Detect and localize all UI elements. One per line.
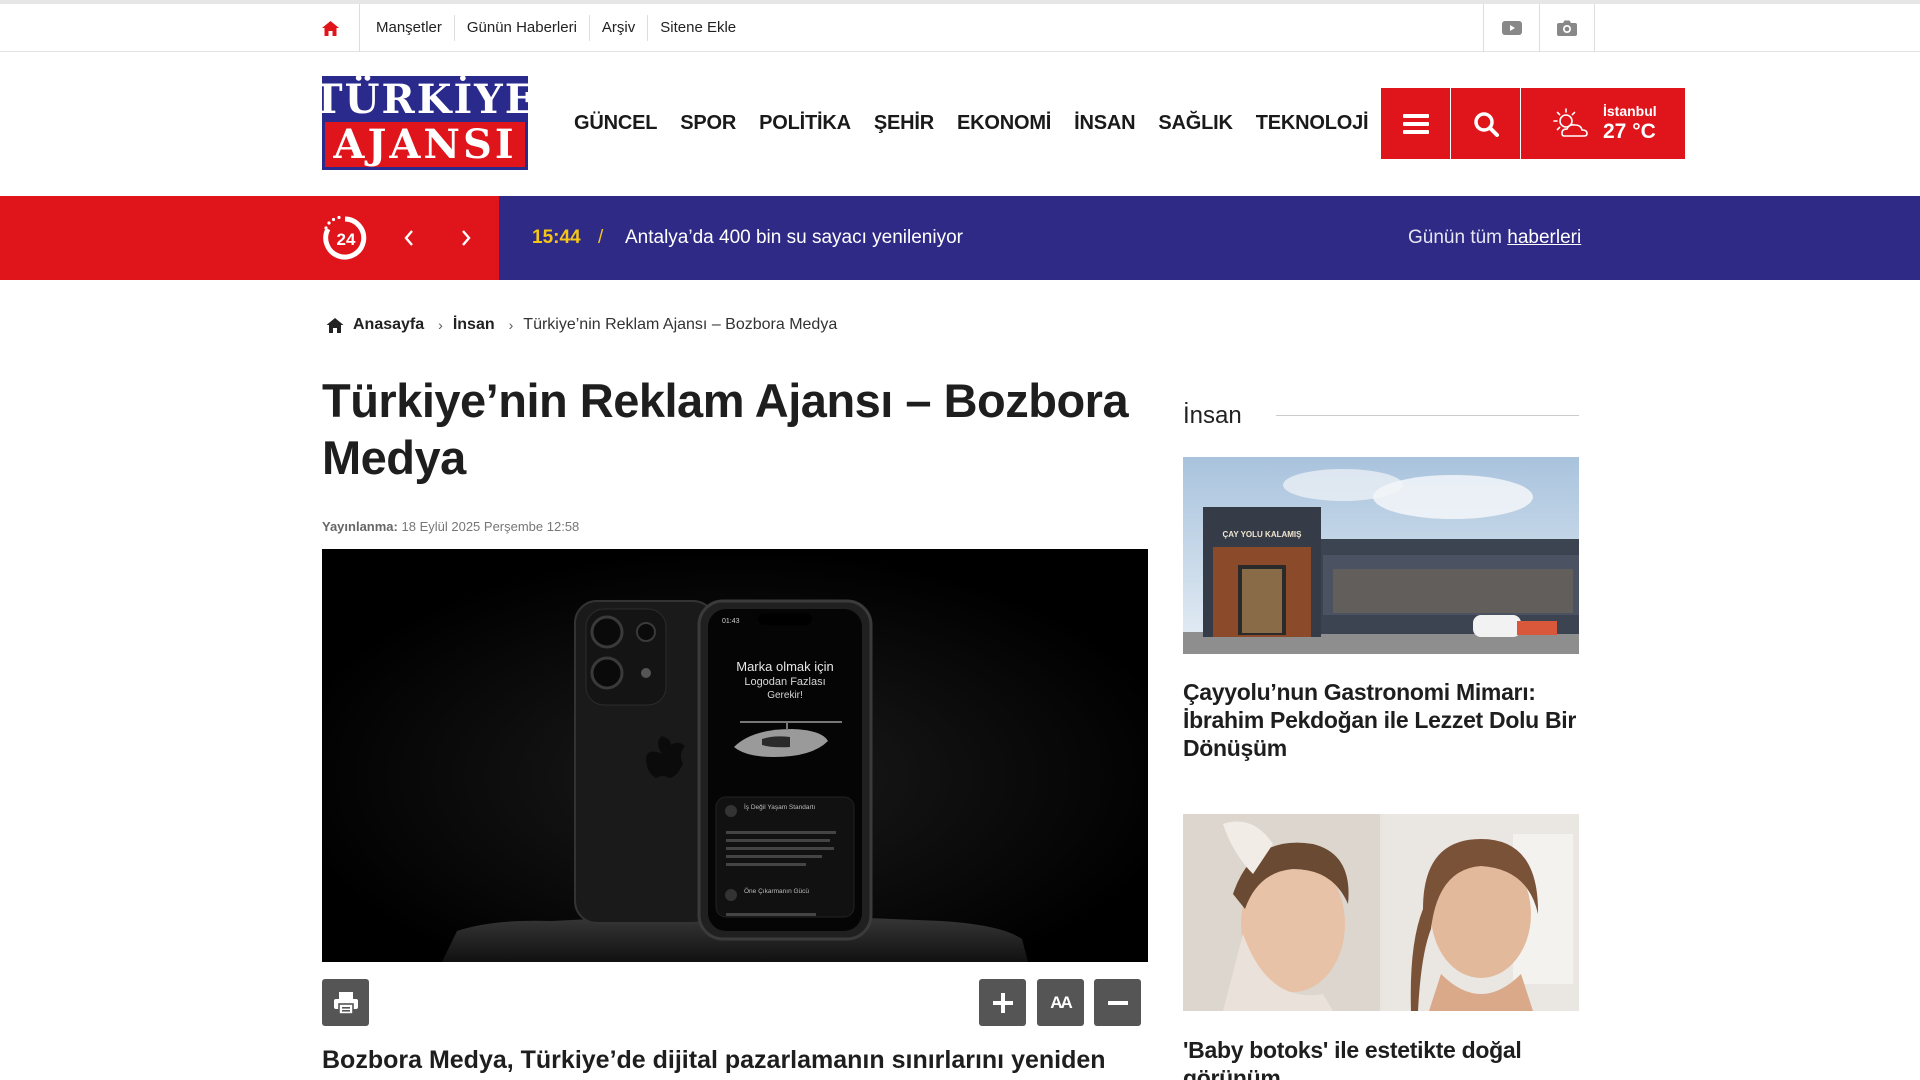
top-link-gunun-haberleri[interactable]: Günün Haberleri — [467, 15, 590, 41]
publish-info: Yayınlanma: 18 Eylül 2025 Perşembe 12:58 — [322, 519, 579, 534]
phone-headline-2: Logodan Fazlası — [744, 676, 825, 688]
ticker-prev-button[interactable] — [395, 224, 423, 252]
restaurant-photo: ÇAY YOLU KALAMIŞ — [1183, 457, 1579, 654]
ticker-all-news: Günün tüm haberleri — [1408, 227, 1581, 249]
ticker-badge-text: 24 — [337, 230, 356, 249]
breadcrumb-current: Türkiye’nin Reklam Ajansı – Bozbora Medy… — [523, 316, 838, 333]
site-logo[interactable]: TÜRKİYE AJANSI — [313, 76, 535, 170]
font-increase-button[interactable] — [979, 979, 1026, 1026]
printer-icon — [333, 991, 358, 1014]
nav-teknoloji[interactable]: TEKNOLOJİ — [1256, 112, 1369, 135]
nav-sehir[interactable]: ŞEHİR — [874, 112, 934, 135]
home-icon — [326, 317, 344, 333]
home-link[interactable] — [322, 4, 360, 52]
top-bar: Manşetler Günün Haberleri Arşiv Sitene E… — [0, 0, 1920, 52]
sidebar-divider — [1276, 415, 1579, 416]
ticker-headline[interactable]: Antalya’da 400 bin su sayacı yenileniyor — [625, 227, 963, 249]
weather-temp: 27 °C — [1603, 120, 1656, 143]
phone-mockup-illustration: 01:43 Marka olmak için Logodan Fazlası G… — [322, 549, 1148, 962]
article-lead: Bozbora Medya, Türkiye’de dijital pazarl… — [322, 1046, 1106, 1074]
site-header: TÜRKİYE AJANSI GÜNCEL SPOR POLİTİKA ŞEHİ… — [0, 52, 1920, 196]
botox-photo — [1183, 814, 1579, 1011]
phone-time: 01:43 — [722, 618, 740, 625]
youtube-icon — [1501, 21, 1522, 35]
ticker-next-button[interactable] — [452, 224, 480, 252]
restaurant-sign: ÇAY YOLU KALAMIŞ — [1223, 530, 1303, 539]
ticker-time: 15:44 — [532, 227, 581, 248]
ticker-all-prefix: Günün tüm — [1408, 227, 1502, 248]
ticker-separator: / — [598, 227, 604, 248]
sidebar-card-image-2[interactable] — [1183, 814, 1579, 1011]
sidebar-card-title-2[interactable]: 'Baby botoks' ile estetikte doğal görünü… — [1183, 1036, 1579, 1080]
font-size-button[interactable]: AA — [1037, 979, 1084, 1026]
main-nav: GÜNCEL SPOR POLİTİKA ŞEHİR EKONOMİ İNSAN… — [574, 112, 1391, 135]
sidebar-card-title-1[interactable]: Çayyolu’nun Gastronomi Mimarı: İbrahim P… — [1183, 678, 1579, 762]
page: Manşetler Günün Haberleri Arşiv Sitene E… — [0, 0, 1920, 1080]
plus-icon — [992, 992, 1013, 1013]
breadcrumb-category[interactable]: İnsan — [453, 316, 495, 334]
phone-headline-3: Gerekir! — [767, 690, 803, 701]
chevron-right-icon: › — [438, 317, 443, 333]
camera-icon — [1557, 20, 1577, 36]
news-ticker: 24 15:44 / Antalya’da 400 bin su sayacı … — [0, 196, 1920, 280]
font-decrease-button[interactable] — [1094, 979, 1141, 1026]
breadcrumb: Anasayfa › İnsan › Türkiye’nin Reklam Aj… — [326, 316, 837, 334]
chevron-right-icon: › — [508, 317, 514, 333]
partly-cloudy-icon — [1553, 107, 1588, 137]
ticker-controls — [0, 196, 499, 280]
publish-date: 18 Eylül 2025 Perşembe 12:58 — [401, 519, 580, 534]
nav-ekonomi[interactable]: EKONOMİ — [957, 112, 1051, 135]
24-hours-icon: 24 — [323, 215, 367, 260]
search-icon — [1473, 111, 1499, 137]
home-icon — [322, 20, 339, 36]
gallery-link[interactable] — [1539, 4, 1595, 52]
logo-line-1: TÜRKİYE — [312, 75, 538, 123]
breadcrumb-home[interactable]: Anasayfa — [326, 316, 424, 334]
article-title: Türkiye’nin Reklam Ajansı – Bozbora Medy… — [322, 374, 1129, 484]
chevron-right-icon — [462, 230, 471, 246]
top-link-mansetler[interactable]: Manşetler — [376, 15, 455, 41]
nav-spor[interactable]: SPOR — [680, 112, 736, 135]
minus-icon — [1107, 1000, 1128, 1005]
publish-label: Yayınlanma: — [322, 519, 398, 534]
breadcrumb-home-label: Anasayfa — [353, 316, 425, 333]
nav-saglik[interactable]: SAĞLIK — [1158, 112, 1233, 135]
nav-insan[interactable]: İNSAN — [1074, 112, 1135, 135]
print-button[interactable] — [322, 979, 369, 1026]
sidebar-card-image-1[interactable]: ÇAY YOLU KALAMIŞ — [1183, 457, 1579, 654]
logo-line-2: AJANSI — [333, 121, 517, 168]
top-link-arsiv[interactable]: Arşiv — [602, 15, 649, 41]
search-button[interactable] — [1451, 88, 1520, 159]
phone-item-1: İş Değil Yaşam Standartı — [744, 802, 815, 811]
nav-politika[interactable]: POLİTİKA — [759, 112, 851, 135]
nav-guncel[interactable]: GÜNCEL — [574, 112, 657, 135]
sidebar-heading: İnsan — [1183, 402, 1242, 429]
weather-widget[interactable]: İstanbul 27 °C — [1521, 88, 1685, 159]
weather-city: İstanbul — [1603, 103, 1657, 119]
ticker-all-link[interactable]: haberleri — [1507, 227, 1581, 248]
top-link-sitene-ekle[interactable]: Sitene Ekle — [660, 15, 748, 41]
article-hero-image: 01:43 Marka olmak için Logodan Fazlası G… — [322, 549, 1148, 962]
hamburger-icon — [1402, 113, 1429, 134]
menu-button[interactable] — [1381, 88, 1450, 159]
phone-item-2: Öne Çıkarmanın Gücü — [744, 887, 809, 895]
youtube-link[interactable] — [1483, 4, 1539, 52]
font-size-label: AA — [1050, 992, 1073, 1012]
phone-headline-1: Marka olmak için — [736, 659, 834, 674]
chevron-left-icon — [404, 230, 413, 246]
